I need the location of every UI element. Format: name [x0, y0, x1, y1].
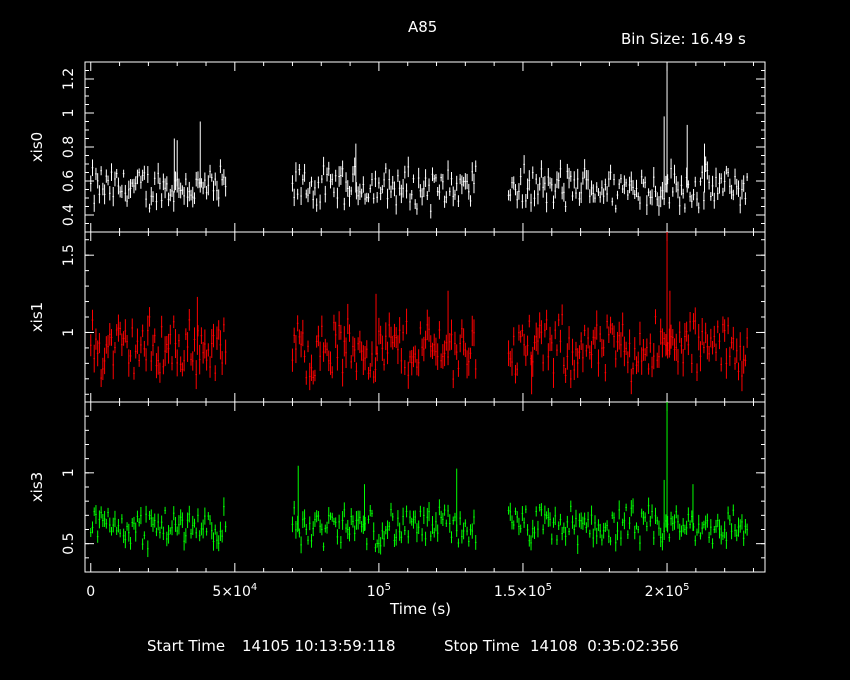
panel-xis1: 1 1.5 xis1 — [28, 231, 766, 403]
y-tick-label: 0.4 — [61, 204, 77, 226]
y-tick-label: 0.8 — [61, 136, 77, 158]
panel-frame — [84, 231, 766, 403]
y-axis-label-xis3: xis3 — [28, 472, 46, 502]
x-tick-label: 2×105 — [645, 582, 690, 600]
panel-frame — [84, 401, 766, 573]
panels-group: 0.4 0.6 0.8 1 1.2 xis0 1 1.5 xis1 0.5 1 xis3 0 5×104 1… — [28, 61, 766, 600]
series-xis3 — [89, 402, 748, 558]
panel-xis0: 0.4 0.6 0.8 1 1.2 xis0 — [28, 61, 766, 233]
stop-time-value: 14108 0:35:02:356 — [530, 637, 679, 655]
x-axis-label: Time (s) — [390, 600, 451, 618]
y-tick-label: 1 — [61, 468, 77, 477]
start-time-value: 14105 10:13:59:118 — [242, 637, 396, 655]
chart-title: A85 — [408, 18, 438, 36]
y-tick-label: 1.2 — [61, 68, 77, 90]
y-tick-label: 1 — [61, 109, 77, 118]
y-tick-label: 1 — [61, 328, 77, 337]
x-tick-label: 1.5×105 — [494, 582, 552, 600]
panel-frame — [84, 61, 766, 233]
y-tick-label: 0.6 — [61, 170, 77, 192]
y-tick-label: 0.5 — [61, 533, 77, 555]
x-tick-labels: 0 5×104 105 1.5×105 2×105 — [86, 582, 689, 600]
x-tick-label: 105 — [367, 582, 391, 600]
series-xis0 — [89, 65, 748, 219]
panel-xis3: 0.5 1 xis3 — [28, 401, 766, 573]
light-curve-plot: 0.4 0.6 0.8 1 1.2 xis0 1 1.5 xis1 0.5 1 xis3 0 5×104 1… — [28, 61, 766, 600]
y-axis-label-xis0: xis0 — [28, 132, 46, 162]
series-xis1 — [89, 232, 748, 395]
x-tick-label: 0 — [86, 584, 95, 600]
bin-size-label: Bin Size: 16.49 s — [621, 30, 746, 48]
y-axis-label-xis1: xis1 — [28, 302, 46, 332]
stop-time-label: Stop Time — [444, 637, 520, 655]
y-tick-label: 1.5 — [61, 244, 77, 266]
start-time-label: Start Time — [147, 637, 226, 655]
x-tick-label: 5×104 — [212, 582, 257, 600]
